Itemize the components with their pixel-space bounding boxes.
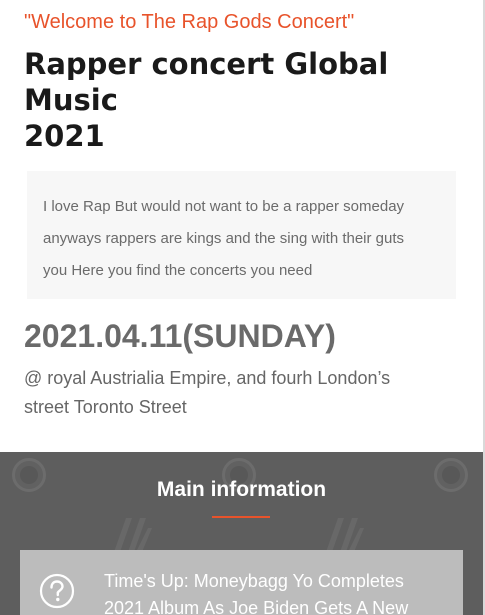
- title-line: 2021: [24, 119, 105, 153]
- location-question-icon: [38, 572, 76, 610]
- event-venue: @ royal Austrialia Empire, and fourh Lon…: [24, 364, 464, 422]
- news-headline[interactable]: Time's Up: Moneybagg Yo Completes 2021 A…: [104, 568, 454, 615]
- venue-line: street Toronto Street: [24, 397, 187, 417]
- decorative-chevron-icon: [322, 514, 366, 554]
- welcome-tagline: "Welcome to The Rap Gods Concert": [24, 11, 355, 33]
- title-line: Music: [24, 83, 118, 117]
- decorative-chevron-icon: [110, 514, 154, 554]
- event-date: 2021.04.11(SUNDAY): [24, 318, 336, 354]
- section-heading: Main information: [156, 478, 327, 501]
- intro-line: anyways rappers are kings and the sing w…: [43, 230, 405, 247]
- venue-line: @ royal Austrialia Empire, and fourh Lon…: [24, 368, 391, 388]
- main-information-section: Main information Time's Up: Moneybagg Yo…: [0, 452, 483, 615]
- title-line: Rapper concert Global: [24, 47, 389, 81]
- headline-line: 2021 Album As Joe Biden Gets A New: [104, 598, 409, 615]
- intro-line: you Here you find the concerts you need: [43, 262, 313, 279]
- intro-line: I love Rap But would not want to be a ra…: [43, 198, 405, 215]
- headline-line: Time's Up: Moneybagg Yo Completes: [104, 571, 404, 591]
- page-title: Rapper concert Global Music 2021: [24, 46, 464, 154]
- intro-box: I love Rap But would not want to be a ra…: [27, 171, 456, 299]
- heading-underline: [212, 516, 270, 518]
- info-card[interactable]: Time's Up: Moneybagg Yo Completes 2021 A…: [20, 550, 463, 615]
